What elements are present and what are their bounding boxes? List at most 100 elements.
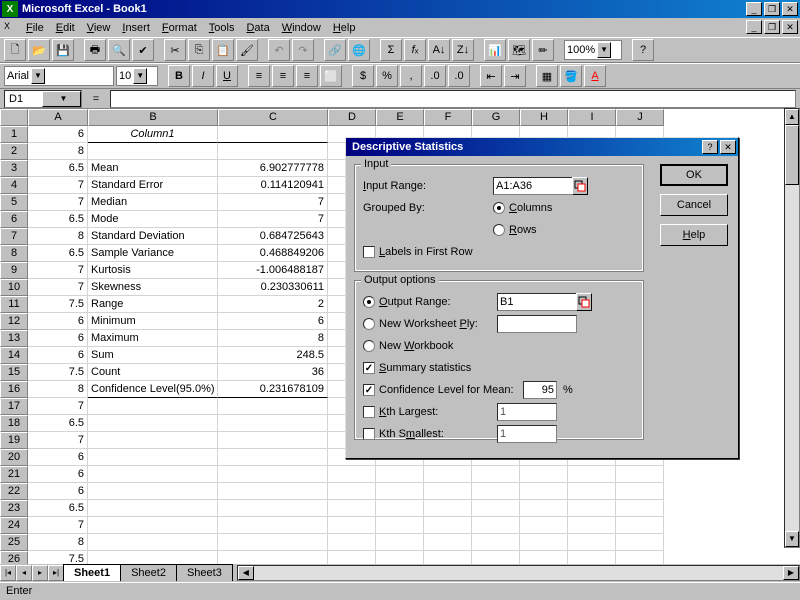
cell-A4[interactable]: 7	[28, 177, 88, 194]
col-header-E[interactable]: E	[376, 109, 424, 126]
cell-C23[interactable]	[218, 500, 328, 517]
cell-C13[interactable]: 8	[218, 330, 328, 347]
cell-H25[interactable]	[520, 534, 568, 551]
col-header-D[interactable]: D	[328, 109, 376, 126]
row-header-19[interactable]: 19	[0, 432, 28, 449]
kth-smallest-field[interactable]	[497, 425, 557, 443]
currency-button[interactable]: $	[352, 65, 374, 87]
ok-button[interactable]: OK	[660, 164, 728, 186]
row-header-4[interactable]: 4	[0, 177, 28, 194]
row-header-12[interactable]: 12	[0, 313, 28, 330]
confidence-field[interactable]	[523, 381, 557, 399]
row-header-3[interactable]: 3	[0, 160, 28, 177]
map-button[interactable]: 🗺	[508, 39, 530, 61]
cell-A15[interactable]: 7.5	[28, 364, 88, 381]
col-header-C[interactable]: C	[218, 109, 328, 126]
redo-button[interactable]: ↷	[292, 39, 314, 61]
cell-B15[interactable]: Count	[88, 364, 218, 381]
cell-J25[interactable]	[616, 534, 664, 551]
tab-next-button[interactable]: ▸	[32, 565, 48, 581]
cell-D22[interactable]	[328, 483, 376, 500]
kth-largest-checkbox[interactable]	[363, 406, 375, 418]
cell-D25[interactable]	[328, 534, 376, 551]
cell-A24[interactable]: 7	[28, 517, 88, 534]
cell-G25[interactable]	[472, 534, 520, 551]
row-header-18[interactable]: 18	[0, 415, 28, 432]
cell-C8[interactable]: 0.468849206	[218, 245, 328, 262]
new-workbook-radio[interactable]	[363, 340, 375, 352]
cell-E22[interactable]	[376, 483, 424, 500]
cell-C15[interactable]: 36	[218, 364, 328, 381]
cell-C22[interactable]	[218, 483, 328, 500]
row-header-7[interactable]: 7	[0, 228, 28, 245]
open-button[interactable]: 📂	[28, 39, 50, 61]
cell-C25[interactable]	[218, 534, 328, 551]
cell-A16[interactable]: 8	[28, 381, 88, 398]
inc-indent-button[interactable]: ⇥	[504, 65, 526, 87]
row-header-22[interactable]: 22	[0, 483, 28, 500]
cell-I24[interactable]	[568, 517, 616, 534]
drawing-button[interactable]: ✏	[532, 39, 554, 61]
col-header-F[interactable]: F	[424, 109, 472, 126]
row-header-5[interactable]: 5	[0, 194, 28, 211]
preview-button[interactable]: 🔍	[108, 39, 130, 61]
row-header-13[interactable]: 13	[0, 330, 28, 347]
tab-last-button[interactable]: ▸|	[48, 565, 64, 581]
print-button[interactable]: 🖶	[84, 39, 106, 61]
cell-J23[interactable]	[616, 500, 664, 517]
cell-B7[interactable]: Standard Deviation	[88, 228, 218, 245]
col-header-I[interactable]: I	[568, 109, 616, 126]
cell-J21[interactable]	[616, 466, 664, 483]
cell-I23[interactable]	[568, 500, 616, 517]
cell-B6[interactable]: Mode	[88, 211, 218, 228]
new-button[interactable]: 🗋	[4, 39, 26, 61]
cell-B16[interactable]: Confidence Level(95.0%)	[88, 381, 218, 398]
cell-C11[interactable]: 2	[218, 296, 328, 313]
cell-C17[interactable]	[218, 398, 328, 415]
select-all-corner[interactable]	[0, 109, 28, 126]
cell-C2[interactable]	[218, 143, 328, 160]
cell-H21[interactable]	[520, 466, 568, 483]
labels-first-row-checkbox[interactable]	[363, 246, 375, 258]
cell-B17[interactable]	[88, 398, 218, 415]
cell-B5[interactable]: Median	[88, 194, 218, 211]
doc-minimize-button[interactable]: _	[746, 20, 762, 34]
cell-F24[interactable]	[424, 517, 472, 534]
align-left-button[interactable]: ≡	[248, 65, 270, 87]
comma-button[interactable]: ,	[400, 65, 422, 87]
col-header-A[interactable]: A	[28, 109, 88, 126]
scroll-up-button[interactable]: ▲	[785, 109, 799, 125]
tab-first-button[interactable]: |◂	[0, 565, 16, 581]
sheet-tab-sheet2[interactable]: Sheet2	[120, 564, 177, 581]
cell-A20[interactable]: 6	[28, 449, 88, 466]
cell-C4[interactable]: 0.114120941	[218, 177, 328, 194]
output-range-field[interactable]	[497, 293, 577, 311]
output-range-ref-button[interactable]	[576, 293, 592, 311]
cell-A14[interactable]: 6	[28, 347, 88, 364]
cell-G21[interactable]	[472, 466, 520, 483]
cell-A23[interactable]: 6.5	[28, 500, 88, 517]
cell-A6[interactable]: 6.5	[28, 211, 88, 228]
cell-A11[interactable]: 7.5	[28, 296, 88, 313]
cell-J22[interactable]	[616, 483, 664, 500]
sort-asc-button[interactable]: A↓	[428, 39, 450, 61]
output-range-radio[interactable]	[363, 296, 375, 308]
spellcheck-button[interactable]: ✔	[132, 39, 154, 61]
columns-radio[interactable]	[493, 202, 505, 214]
row-header-25[interactable]: 25	[0, 534, 28, 551]
minimize-button[interactable]: _	[746, 2, 762, 16]
cell-A19[interactable]: 7	[28, 432, 88, 449]
row-header-20[interactable]: 20	[0, 449, 28, 466]
underline-button[interactable]: U	[216, 65, 238, 87]
cell-E23[interactable]	[376, 500, 424, 517]
font-color-button[interactable]: A	[584, 65, 606, 87]
bold-button[interactable]: B	[168, 65, 190, 87]
cell-B19[interactable]	[88, 432, 218, 449]
row-header-21[interactable]: 21	[0, 466, 28, 483]
name-box[interactable]: D1▼	[4, 90, 82, 108]
cell-C20[interactable]	[218, 449, 328, 466]
dialog-close-button[interactable]: ✕	[720, 140, 736, 154]
dialog-titlebar[interactable]: Descriptive Statistics ? ✕	[346, 138, 738, 156]
cell-I21[interactable]	[568, 466, 616, 483]
cell-B20[interactable]	[88, 449, 218, 466]
